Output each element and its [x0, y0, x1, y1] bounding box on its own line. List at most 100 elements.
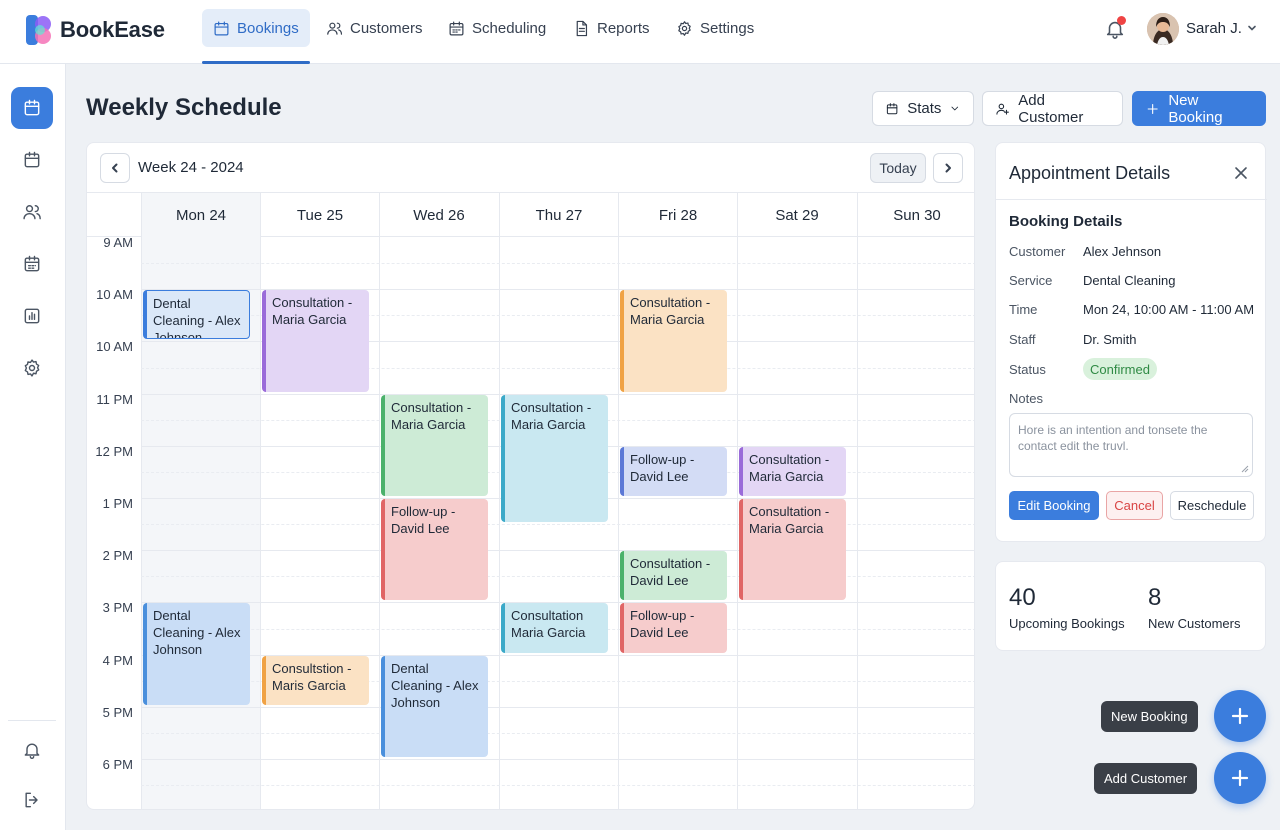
appointment-details-panel: Appointment Details Booking Details Cust… [995, 142, 1267, 542]
logout-icon [25, 792, 38, 808]
day-header-row: Mon 24 Tue 25 Wed 26 Thu 27 Fri 28 Sat 2… [87, 193, 974, 237]
nav-bookings[interactable]: Bookings [202, 9, 310, 47]
nav-bookings-label: Bookings [237, 19, 299, 37]
booking-event[interactable]: Follow-up - David Lee [381, 499, 488, 601]
day-header[interactable]: Mon 24 [141, 193, 260, 237]
nav-reports-label: Reports [597, 19, 650, 37]
half-hour-line [141, 785, 974, 787]
status-badge: Confirmed [1083, 358, 1157, 380]
day-header[interactable]: Tue 25 [260, 193, 379, 237]
new-customers-count: 8 [1148, 584, 1162, 611]
weekly-calendar: Week 24 - 2024 Today Mon 24 Tue 25 Wed 2… [86, 142, 975, 810]
sidebar-item-settings[interactable] [11, 347, 53, 389]
time-label: Time [1009, 302, 1038, 317]
nav-scheduling[interactable]: Scheduling [437, 9, 557, 47]
chevron-down-icon[interactable] [1246, 22, 1258, 34]
user-name[interactable]: Sarah J. [1186, 20, 1242, 37]
service-value: Dental Cleaning [1083, 273, 1176, 288]
booking-details-heading: Booking Details [1009, 213, 1123, 230]
time-label: 6 PM [102, 757, 133, 772]
half-hour-line [141, 732, 974, 734]
sidebar-divider [8, 720, 56, 721]
plus-icon [1147, 103, 1158, 114]
time-label: 11 PM [96, 391, 133, 407]
day-header[interactable]: Thu 27 [499, 193, 618, 237]
half-hour-line [141, 263, 974, 265]
sidebar-item-reports[interactable] [11, 295, 53, 337]
bookease-logo-icon[interactable] [26, 15, 54, 45]
booking-event[interactable]: Consultation - Maria Garcia [739, 499, 846, 601]
calendar-grid-icon [449, 21, 464, 35]
booking-event[interactable]: Follow-up - David Lee [620, 603, 727, 653]
booking-event[interactable]: Consultation - Maria Garcia [381, 394, 488, 496]
booking-event[interactable]: Consultation - David Lee [620, 551, 727, 601]
chevron-right-icon [945, 163, 951, 173]
day-header[interactable]: Sun 30 [857, 193, 974, 237]
day-header[interactable]: Wed 26 [379, 193, 498, 237]
close-icon[interactable] [1234, 166, 1248, 180]
cancel-button[interactable]: Cancel [1106, 491, 1163, 520]
week-label: Week 24 - 2024 [138, 159, 244, 176]
day-header[interactable]: Sat 29 [737, 193, 856, 237]
hour-line [141, 706, 974, 708]
top-bar: BookEase Bookings Customers Scheduling R… [0, 0, 1280, 64]
plus-icon [1231, 769, 1249, 787]
hour-line [141, 550, 974, 552]
next-week-button[interactable] [933, 153, 963, 183]
booking-event[interactable]: Dental Cleaning - Alex Johnson [143, 603, 250, 705]
booking-event[interactable]: Follow-up - David Lee [620, 446, 727, 496]
avatar[interactable] [1147, 13, 1179, 45]
notes-text: Hore is an intention and tonsete the con… [1018, 423, 1208, 453]
nav-settings[interactable]: Settings [665, 9, 765, 47]
stats-dropdown-button[interactable]: Stats [872, 91, 974, 126]
new-customers-label: New Customers [1148, 616, 1241, 631]
customer-label: Customer [1009, 244, 1066, 259]
new-booking-tooltip: New Booking [1101, 701, 1198, 732]
calendar-icon [886, 102, 898, 114]
notes-textarea[interactable]: Hore is an intention and tonsete the con… [1009, 413, 1253, 477]
nav-customers[interactable]: Customers [315, 9, 434, 47]
brand-name[interactable]: BookEase [60, 17, 165, 43]
upcoming-bookings-count: 40 [1009, 584, 1036, 611]
users-icon [23, 205, 41, 220]
service-label: Service [1009, 273, 1053, 288]
hour-line [141, 759, 974, 760]
time-label: 3 PM [102, 600, 133, 616]
booking-event[interactable]: Consultstion - Maris Garcia [262, 655, 369, 705]
booking-event[interactable]: Consultation Maria Garcia [501, 603, 608, 653]
day-header[interactable]: Fri 28 [618, 193, 737, 237]
sidebar-item-customers[interactable] [11, 191, 53, 233]
prev-week-button[interactable] [100, 153, 130, 183]
half-hour-line [141, 524, 974, 526]
new-booking-fab[interactable] [1214, 690, 1266, 742]
notifications-bell-icon[interactable] [1104, 16, 1126, 40]
sidebar-item-notifications[interactable] [11, 729, 53, 771]
sidebar-item-calendar[interactable] [11, 139, 53, 181]
time-label: 5 PM [102, 704, 133, 720]
half-hour-line [141, 576, 974, 578]
resize-handle-icon[interactable] [1241, 465, 1249, 473]
new-booking-button[interactable]: New Booking [1132, 91, 1266, 126]
booking-event[interactable]: Dental Cleaning - Alex Johnson [143, 290, 250, 340]
add-customer-label: Add Customer [1018, 91, 1084, 126]
nav-reports[interactable]: Reports [562, 9, 661, 47]
active-tab-indicator [202, 61, 310, 64]
booking-event[interactable]: Consultation - Maria Garcia [262, 290, 369, 392]
add-customer-fab[interactable] [1214, 752, 1266, 804]
reschedule-button[interactable]: Reschedule [1170, 491, 1254, 520]
booking-event[interactable]: Consultation - Maria Garcia [501, 394, 608, 523]
today-button[interactable]: Today [870, 153, 926, 183]
booking-event[interactable]: Consultation - Maria Garcia [739, 446, 846, 496]
edit-booking-button[interactable]: Edit Booking [1009, 491, 1099, 520]
sidebar-item-bookings[interactable] [11, 87, 53, 129]
calendar-toolbar: Week 24 - 2024 Today [87, 143, 974, 193]
notes-label: Notes [1009, 391, 1043, 406]
sidebar-item-logout[interactable] [11, 779, 53, 821]
booking-event[interactable]: Dental Cleaning - Alex Johnson [381, 655, 488, 757]
plus-icon [1231, 707, 1249, 725]
sidebar-item-scheduling[interactable] [11, 243, 53, 285]
calendar-icon [24, 151, 40, 168]
booking-event[interactable]: Consultation - Maria Garcia [620, 290, 727, 392]
sidebar [0, 64, 66, 830]
add-customer-button[interactable]: Add Customer [982, 91, 1123, 126]
